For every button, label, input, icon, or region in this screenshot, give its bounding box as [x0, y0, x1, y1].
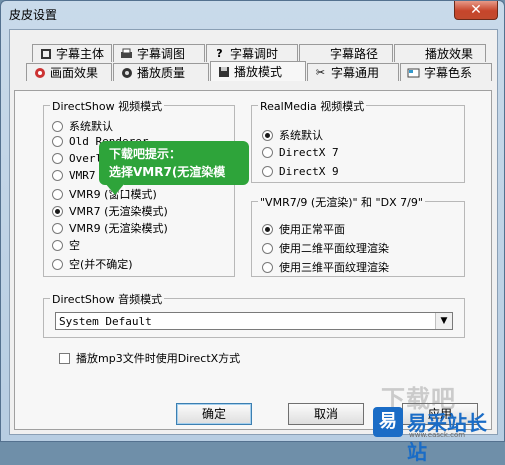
dialog-client: 字幕主体 字幕调图 ? 字幕调时 字幕路径 播放效果 画面效果 播放质量 播放模…	[9, 29, 498, 435]
audio-mode-select[interactable]: System Default ▼	[55, 312, 453, 330]
tab-subtitle-timing[interactable]: ? 字幕调时	[206, 44, 298, 62]
tooltip-line: 选择VMR7(无渲染模式)	[109, 165, 226, 197]
scissors-icon: ✂	[315, 66, 326, 79]
mp3-directx-option[interactable]: 播放mp3文件时使用DirectX方式	[59, 350, 240, 366]
vmr-option-normal-surface[interactable]: 使用正常平面	[262, 221, 345, 237]
tab-label: 播放效果	[425, 47, 474, 61]
tab-subtitle-color[interactable]: 字幕色系	[400, 63, 492, 81]
ds-option-default[interactable]: 系统默认	[52, 118, 113, 134]
tab-label: 播放质量	[137, 66, 186, 80]
site-logo-icon: 易	[373, 407, 403, 437]
vmr-surface-group: "VMR7/9 (无渲染)" 和 "DX 7/9" 使用正常平面 使用二维平面纹…	[251, 194, 465, 277]
ds-option-vmr9-renderless[interactable]: VMR9 (无渲染模式)	[52, 220, 168, 236]
close-button[interactable]: ✕	[454, 1, 498, 20]
radio-button-selected[interactable]	[52, 205, 63, 217]
tab-label: 字幕通用	[331, 66, 380, 80]
vmr-option-2d-texture[interactable]: 使用二维平面纹理渲染	[262, 240, 389, 256]
palette-icon	[407, 66, 420, 79]
radio-button[interactable]	[52, 170, 63, 181]
settings-window: 皮皮设置 ✕ 字幕主体 字幕调图 ? 字幕调时 字幕路径 播放效果 画面效果 播…	[0, 0, 505, 464]
film-icon	[39, 47, 52, 60]
disc-icon	[33, 66, 46, 79]
radio-button[interactable]	[52, 258, 63, 270]
radio-button[interactable]	[52, 188, 63, 200]
watermark: 下载吧 易 易采站长站 www.easck.com	[373, 379, 501, 464]
radio-button-selected[interactable]	[262, 223, 273, 235]
mp3-directx-checkbox[interactable]	[59, 352, 70, 364]
tab-picture-effect[interactable]: 画面效果	[26, 63, 112, 81]
tooltip-line: 下载吧提示：	[109, 147, 182, 161]
help-icon: ?	[216, 47, 223, 60]
tab-subtitle-general[interactable]: ✂ 字幕通用	[307, 63, 399, 81]
radio-button[interactable]	[262, 147, 273, 158]
radio-button-selected[interactable]	[262, 129, 273, 141]
audio-mode-value: System Default	[59, 315, 152, 328]
tab-label: 字幕调时	[230, 47, 279, 61]
radio-button[interactable]	[262, 166, 273, 177]
radio-button[interactable]	[262, 242, 273, 254]
ds-option-null-uncertain[interactable]: 空(并不确定)	[52, 256, 133, 272]
tab-label: 字幕调图	[137, 47, 186, 61]
tab-label: 字幕主体	[56, 47, 105, 61]
cancel-button[interactable]: 取消	[288, 403, 364, 425]
tab-label: 画面效果	[50, 66, 99, 80]
ok-button[interactable]: 确定	[176, 403, 252, 425]
rm-option-directx7[interactable]: DirectX 7	[262, 146, 339, 159]
tab-label: 字幕色系	[424, 66, 473, 80]
tab-label: 播放模式	[234, 65, 283, 79]
ds-option-vmr7[interactable]: VMR7	[52, 169, 96, 182]
tab-subtitle-main[interactable]: 字幕主体	[32, 44, 112, 62]
tab-subtitle-path[interactable]: 字幕路径	[299, 44, 393, 62]
radio-button[interactable]	[52, 222, 63, 234]
radio-button[interactable]	[52, 153, 63, 164]
radio-button[interactable]	[52, 120, 63, 132]
window-title: 皮皮设置	[9, 8, 58, 22]
ds-option-null[interactable]: 空	[52, 237, 80, 253]
printer-icon	[120, 47, 133, 60]
tab-play-mode[interactable]: 播放模式	[210, 61, 306, 81]
tooltip-hint: 下载吧提示： 选择VMR7(无渲染模式)	[99, 141, 249, 197]
group-legend: DirectShow 音频模式	[50, 291, 165, 307]
radio-button[interactable]	[262, 261, 273, 273]
rm-option-default[interactable]: 系统默认	[262, 127, 323, 143]
chevron-down-icon[interactable]: ▼	[435, 313, 452, 329]
group-legend: DirectShow 视频模式	[50, 98, 165, 114]
vmr-option-3d-texture[interactable]: 使用三维平面纹理渲染	[262, 259, 389, 275]
site-url: www.easck.com	[409, 431, 466, 439]
tab-play-quality[interactable]: 播放质量	[113, 63, 209, 81]
film-reel-icon	[120, 66, 133, 79]
tab-play-effect[interactable]: 播放效果	[394, 44, 486, 62]
tab-label: 字幕路径	[330, 47, 379, 61]
radio-button[interactable]	[52, 239, 63, 251]
group-legend: RealMedia 视频模式	[258, 98, 367, 114]
rm-option-directx9[interactable]: DirectX 9	[262, 165, 339, 178]
radio-button[interactable]	[52, 136, 63, 147]
group-legend: "VMR7/9 (无渲染)" 和 "DX 7/9"	[258, 194, 425, 210]
ds-option-vmr7-renderless[interactable]: VMR7 (无渲染模式)	[52, 203, 168, 219]
floppy-icon	[217, 65, 230, 78]
realmedia-video-group: RealMedia 视频模式 系统默认 DirectX 7 DirectX 9	[251, 98, 465, 183]
tab-subtitle-image[interactable]: 字幕调图	[113, 44, 205, 62]
